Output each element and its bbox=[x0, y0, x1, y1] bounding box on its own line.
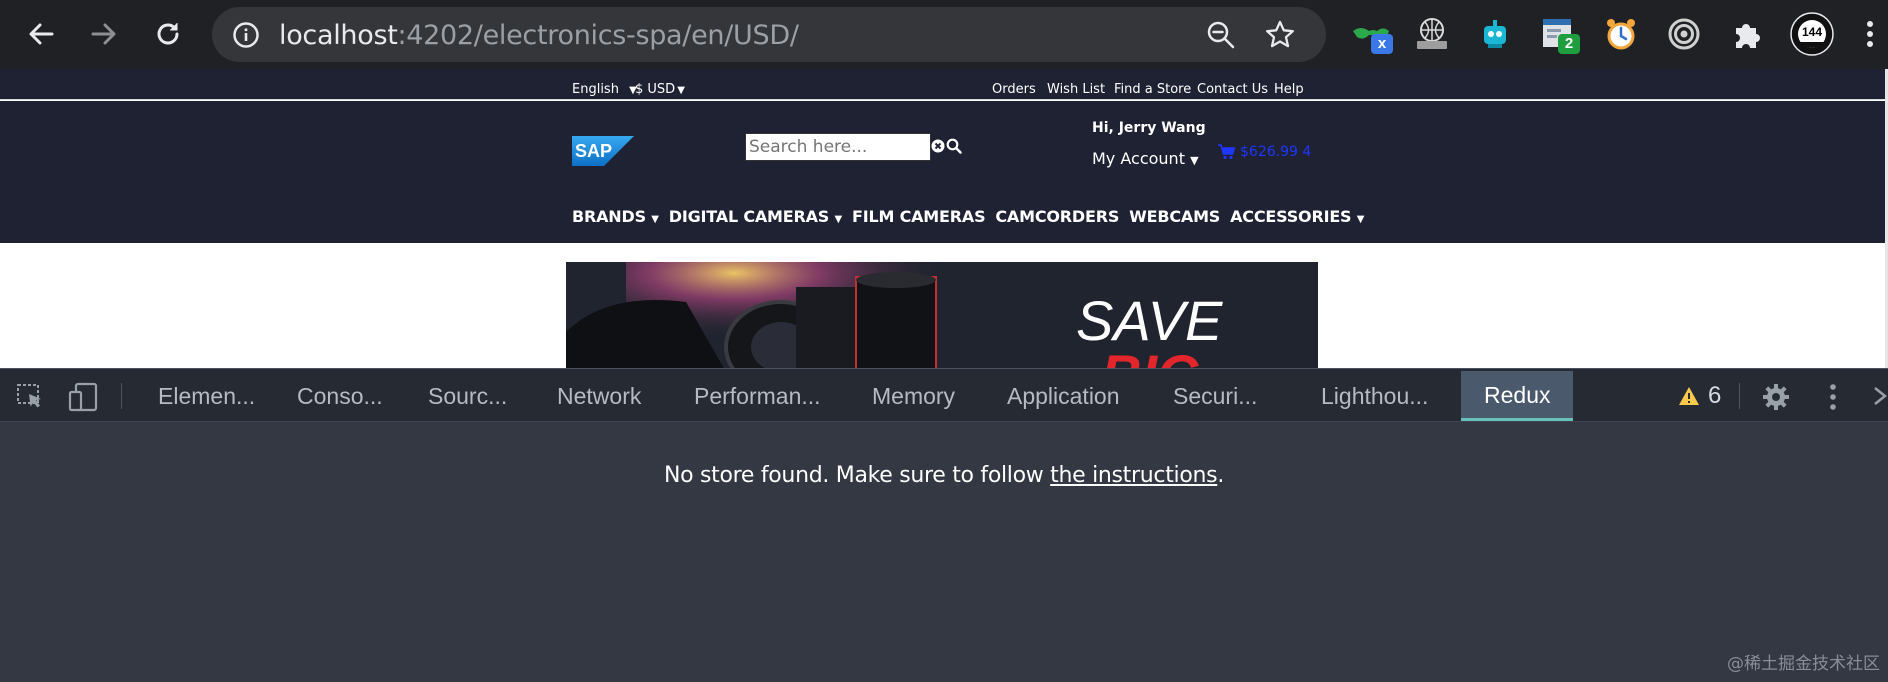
back-button[interactable] bbox=[19, 12, 63, 56]
extension-alarm[interactable] bbox=[1599, 12, 1643, 56]
toolbar-separator bbox=[1739, 383, 1740, 409]
link-help[interactable]: Help bbox=[1274, 82, 1304, 97]
warnings-counter[interactable]: 6 bbox=[1678, 382, 1721, 410]
greeting-text: Hi, Jerry Wang bbox=[1092, 120, 1206, 136]
tab-sources[interactable]: Sourc... bbox=[428, 383, 507, 410]
chevron-down-icon: ▼ bbox=[1190, 154, 1199, 167]
link-contact-us[interactable]: Contact Us bbox=[1197, 82, 1268, 97]
toolbar-separator bbox=[121, 383, 122, 409]
forward-button[interactable] bbox=[82, 12, 126, 56]
info-icon[interactable] bbox=[232, 21, 260, 49]
url-text[interactable]: localhost:4202/electronics-spa/en/USD/ bbox=[279, 20, 799, 51]
chevron-down-icon: ▼ bbox=[651, 214, 659, 225]
reload-icon bbox=[157, 23, 179, 45]
warning-icon bbox=[1679, 387, 1699, 405]
watermark: @稀土掘金技术社区 bbox=[1727, 654, 1880, 674]
language-select[interactable]: English ▼ bbox=[572, 82, 637, 97]
chevron-down-icon: ▼ bbox=[677, 85, 685, 96]
arrow-left-icon bbox=[29, 23, 54, 45]
robot-icon bbox=[1484, 20, 1506, 48]
chevron-down-icon: ▼ bbox=[834, 214, 843, 225]
currency-select[interactable]: $ USD ▼ bbox=[635, 82, 685, 97]
extension-badge: 2 bbox=[1558, 34, 1580, 54]
svg-text:BIG: BIG bbox=[1101, 343, 1201, 368]
globe-keyboard-icon bbox=[1417, 18, 1447, 49]
nav-webcams[interactable]: WEBCAMS bbox=[1129, 207, 1220, 226]
inspect-element-icon[interactable] bbox=[16, 383, 46, 411]
extension-robot[interactable] bbox=[1473, 12, 1517, 56]
tab-application[interactable]: Application bbox=[1007, 383, 1120, 410]
extensions-menu-button[interactable] bbox=[1725, 12, 1769, 56]
zoom-out-icon[interactable] bbox=[1206, 20, 1236, 50]
clear-search-icon[interactable] bbox=[931, 139, 945, 153]
cart-total: $626.99 4 bbox=[1240, 144, 1312, 160]
tab-redux[interactable]: Redux bbox=[1461, 371, 1573, 421]
svg-text:SAP: SAP bbox=[575, 141, 612, 161]
search-icon[interactable] bbox=[946, 138, 962, 154]
chevron-down-icon: ▼ bbox=[1356, 214, 1365, 225]
category-nav: BRANDS ▼ DIGITAL CAMERAS ▼ FILM CAMERAS CAM… bbox=[572, 207, 1374, 231]
tab-network[interactable]: Network bbox=[557, 383, 641, 410]
extension-window[interactable]: 2 bbox=[1536, 12, 1580, 56]
avatar-label: 144 bbox=[1801, 25, 1823, 39]
nav-film-cameras[interactable]: FILM CAMERAS bbox=[852, 207, 986, 226]
nav-brands[interactable]: BRANDS ▼ bbox=[572, 207, 659, 226]
browser-menu-button[interactable] bbox=[1855, 12, 1885, 56]
site-topbar: English ▼ $ USD ▼ Orders Wish List Find a… bbox=[0, 69, 1885, 100]
site-header: SAP Hi, Jerry Wang My Account ▼ $626.99 … bbox=[0, 101, 1885, 243]
tab-lighthouse[interactable]: Lighthou... bbox=[1321, 383, 1428, 410]
link-find-store[interactable]: Find a Store bbox=[1114, 82, 1191, 97]
device-toolbar-icon[interactable] bbox=[68, 382, 100, 412]
profile-avatar[interactable]: 144 bbox=[1790, 12, 1834, 56]
target-icon bbox=[1668, 18, 1700, 50]
tab-performance[interactable]: Performan... bbox=[694, 383, 821, 410]
nav-camcorders[interactable]: CAMCORDERS bbox=[995, 207, 1119, 226]
alarm-clock-icon bbox=[1607, 19, 1635, 50]
mini-cart[interactable]: $626.99 4 bbox=[1218, 144, 1311, 160]
camera-lens-illustration: SAVE BIG bbox=[566, 262, 1318, 368]
no-store-message: No store found. Make sure to follow the … bbox=[663, 463, 1225, 488]
kebab-menu-icon bbox=[1867, 21, 1873, 47]
promo-banner[interactable]: SAVE BIG bbox=[566, 262, 1318, 368]
tab-memory[interactable]: Memory bbox=[872, 383, 955, 410]
tab-security[interactable]: Securi... bbox=[1173, 383, 1257, 410]
sap-logo[interactable]: SAP bbox=[572, 136, 634, 166]
extension-globe[interactable] bbox=[1410, 12, 1454, 56]
puzzle-icon bbox=[1736, 24, 1760, 48]
nav-accessories[interactable]: ACCESSORIES ▼ bbox=[1230, 207, 1364, 226]
devtools-panel: Elemen... Conso... Sourc... Network Perf… bbox=[0, 368, 1888, 682]
extension-badge: x bbox=[1371, 34, 1393, 54]
search-input[interactable] bbox=[745, 133, 931, 161]
page-viewport: English ▼ $ USD ▼ Orders Wish List Find a… bbox=[0, 69, 1888, 368]
link-orders[interactable]: Orders bbox=[992, 82, 1036, 97]
extension-glasses[interactable]: x bbox=[1349, 12, 1393, 56]
instructions-link[interactable]: the instructions bbox=[1050, 463, 1217, 488]
nav-digital-cameras[interactable]: DIGITAL CAMERAS ▼ bbox=[669, 207, 842, 226]
my-account-menu[interactable]: My Account ▼ bbox=[1092, 149, 1199, 168]
cart-icon bbox=[1218, 144, 1236, 160]
settings-gear-icon[interactable] bbox=[1761, 382, 1791, 412]
warning-count: 6 bbox=[1708, 382, 1722, 409]
tab-elements[interactable]: Elemen... bbox=[158, 383, 255, 410]
reload-button[interactable] bbox=[146, 12, 190, 56]
browser-toolbar: localhost:4202/electronics-spa/en/USD/ x… bbox=[0, 0, 1888, 69]
extension-target[interactable] bbox=[1662, 12, 1706, 56]
bookmark-star-icon[interactable] bbox=[1264, 19, 1296, 51]
address-bar[interactable]: localhost:4202/electronics-spa/en/USD/ bbox=[212, 7, 1326, 62]
devtools-menu-icon[interactable] bbox=[1828, 382, 1838, 412]
tab-console[interactable]: Conso... bbox=[297, 383, 383, 410]
link-wish-list[interactable]: Wish List bbox=[1047, 82, 1105, 97]
devtools-toolbar: Elemen... Conso... Sourc... Network Perf… bbox=[0, 369, 1888, 422]
arrow-right-icon bbox=[91, 23, 116, 45]
close-devtools-icon[interactable] bbox=[1873, 385, 1887, 407]
